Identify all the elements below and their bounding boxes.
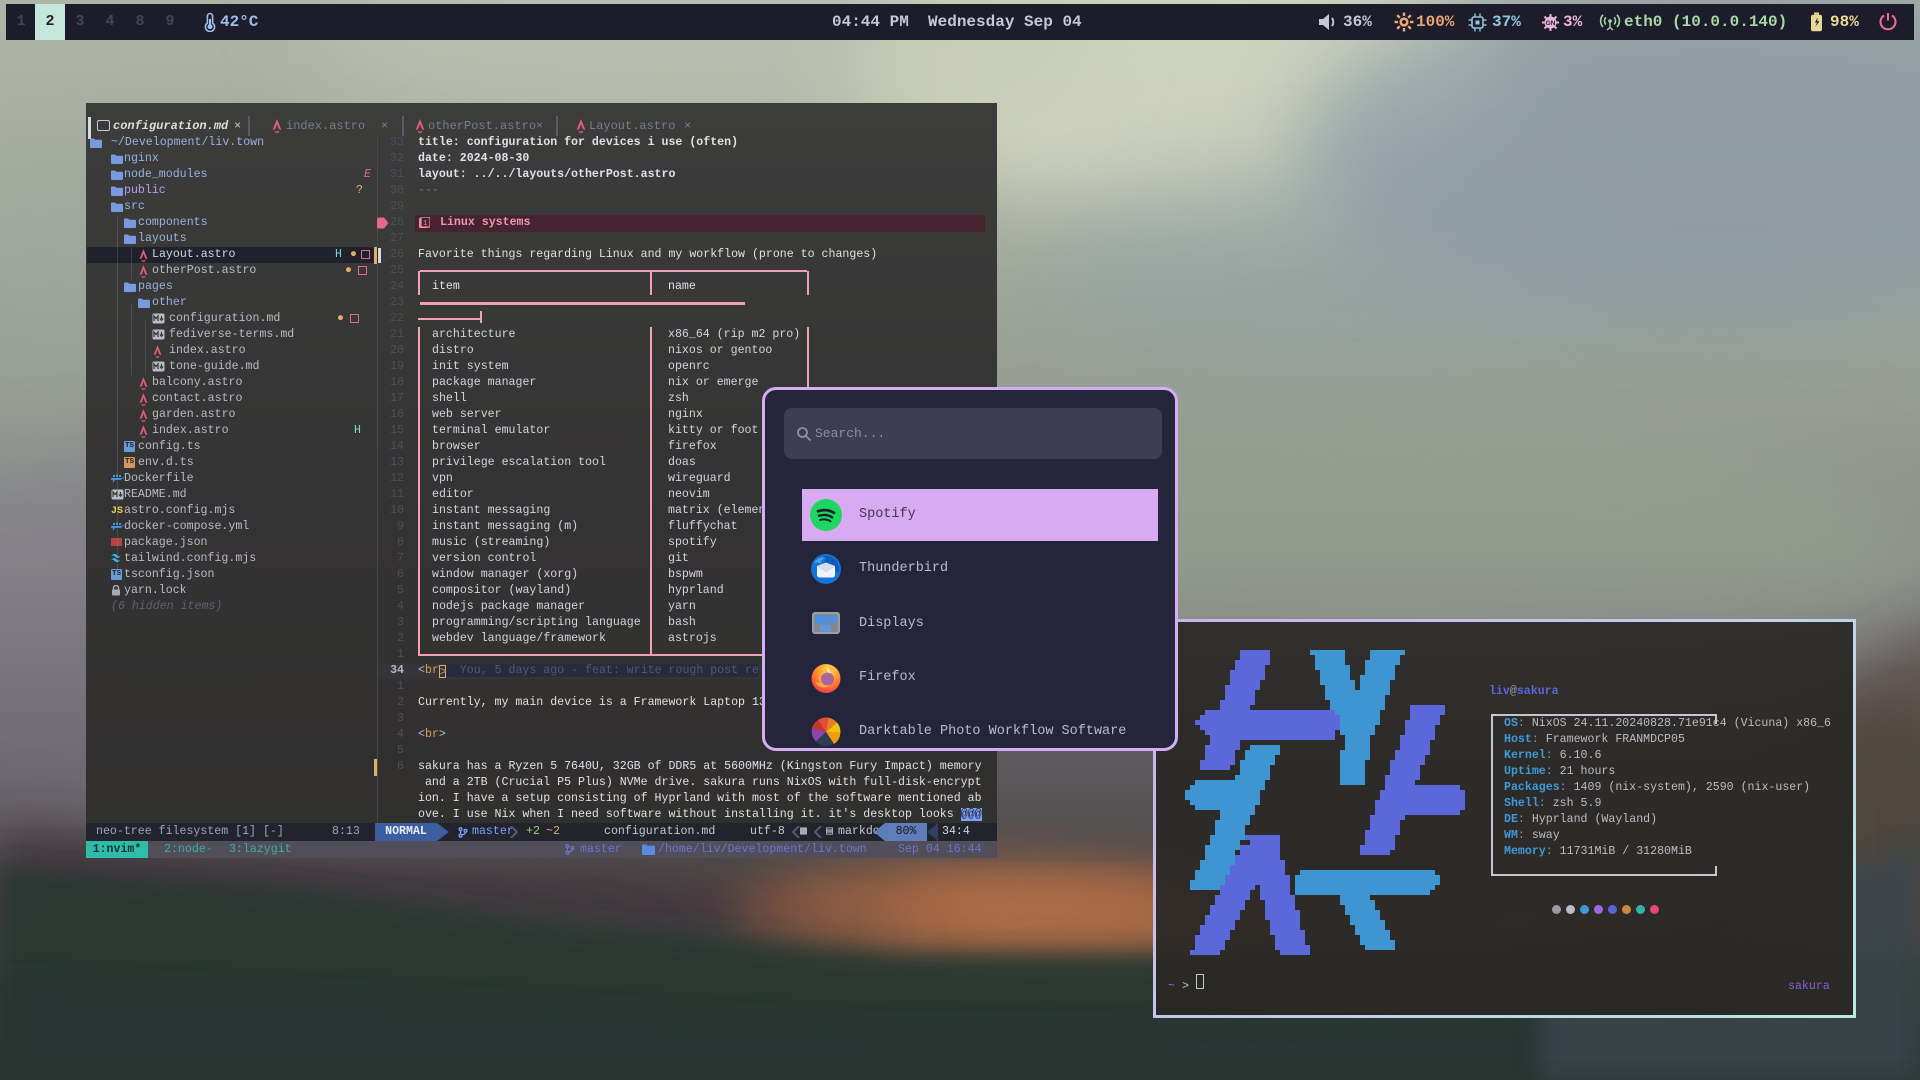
svg-text:GN: GN [1546, 20, 1556, 27]
svg-text:1: 1 [423, 220, 427, 228]
